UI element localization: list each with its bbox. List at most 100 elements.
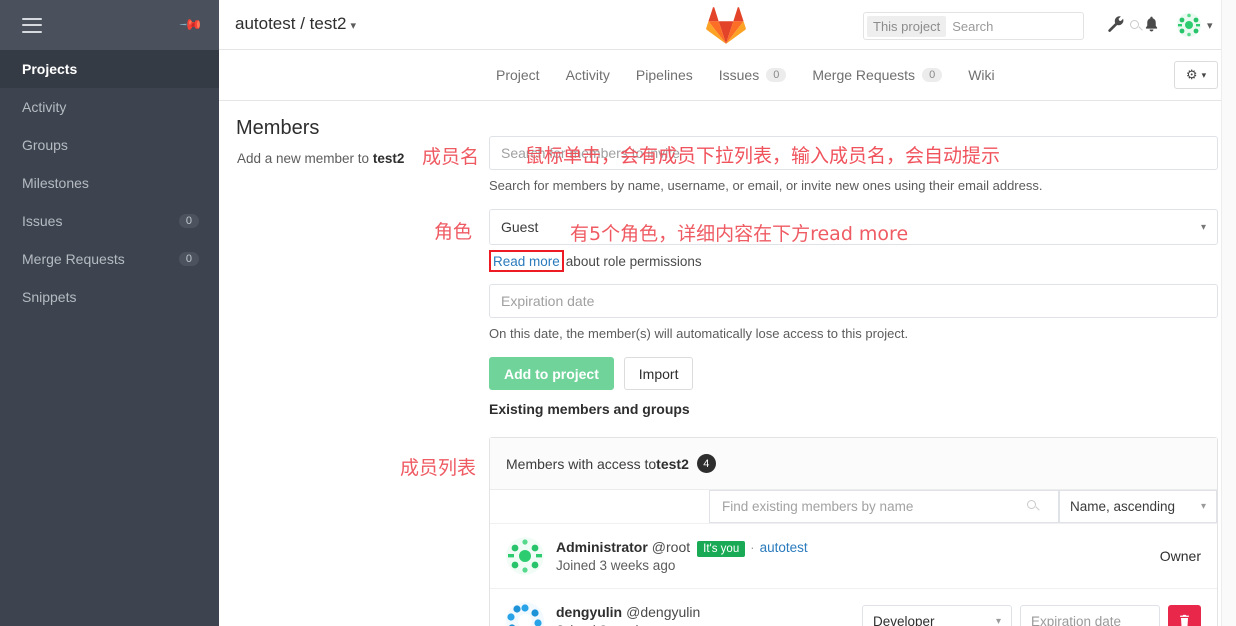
pin-icon[interactable]: 📌 — [179, 12, 205, 38]
tab-wiki[interactable]: Wiki — [968, 67, 994, 83]
tab-label: Merge Requests — [812, 67, 916, 83]
member-expiration-input[interactable]: Expiration date — [1020, 604, 1160, 626]
sidebar-item-label: Activity — [22, 99, 67, 115]
gitlab-members-page: 📌 Projects Activity Groups Milestones Is… — [0, 0, 1236, 626]
members-panel-header: Members with access to test2 4 — [490, 438, 1217, 490]
read-more-highlight: Read more — [489, 250, 564, 272]
sidebar-item-activity[interactable]: Activity — [0, 88, 219, 126]
page-right-gutter — [1221, 0, 1236, 626]
sidebar-item-issues[interactable]: Issues 0 — [0, 202, 219, 240]
form-actions: Add to project Import — [489, 357, 694, 390]
tab-badge: 0 — [922, 68, 943, 82]
bell-icon[interactable] — [1143, 15, 1160, 33]
page-subtitle-project: test2 — [372, 151, 405, 166]
separator: · — [750, 540, 755, 555]
invite-field-group — [489, 136, 1218, 170]
member-info: dengyulin@dengyulin Joined 3 weeks ago — [556, 604, 700, 626]
project-subnav: Project Activity Pipelines Issues 0 Merg… — [219, 50, 1236, 101]
breadcrumb-label: autotest / test2 — [235, 14, 347, 33]
chevron-down-icon: ▾ — [1200, 221, 1206, 233]
tab-merge-requests[interactable]: Merge Requests 0 — [812, 67, 943, 83]
search-icon[interactable] — [1027, 500, 1040, 513]
tab-activity[interactable]: Activity — [566, 67, 610, 83]
find-members-input[interactable] — [720, 498, 1027, 515]
avatar[interactable] — [506, 602, 544, 626]
role-permissions-help: Read more about role permissions — [489, 250, 702, 272]
sort-select[interactable]: Name, ascending ▾ — [1059, 490, 1217, 523]
member-info: Administrator @root It's you · autotest Join… — [556, 539, 808, 573]
tab-label: Pipelines — [635, 67, 693, 83]
hamburger-icon[interactable] — [22, 17, 42, 33]
member-joined: Joined 3 weeks ago — [556, 558, 676, 573]
table-row: Administrator @root It's you · autotest Join… — [490, 523, 1217, 588]
sidebar-header: 📌 — [0, 0, 219, 50]
member-identity: Administrator @root It's you · autotest — [556, 539, 808, 557]
member-name: Administrator — [556, 539, 648, 555]
sidebar-item-projects[interactable]: Projects — [0, 50, 219, 88]
member-identity: dengyulin @dengyulin — [556, 604, 700, 620]
find-members-box[interactable] — [709, 490, 1059, 523]
member-row-controls: Developer ▾ Expiration date — [862, 604, 1201, 626]
tab-label: Issues — [718, 67, 760, 83]
global-search-box[interactable]: This project — [863, 12, 1143, 40]
member-expiration-placeholder: Expiration date — [1031, 613, 1122, 626]
sidebar-item-label: Snippets — [22, 289, 77, 305]
avatar[interactable] — [1176, 12, 1202, 38]
main-content: Members Add a new member to test2 Search… — [219, 101, 1221, 626]
page-title: Members — [236, 117, 320, 139]
sidebar-item-label: Projects — [22, 61, 78, 77]
tab-label: Wiki — [968, 67, 995, 83]
read-more-link[interactable]: Read more — [493, 254, 560, 269]
its-you-badge: It's you — [697, 541, 746, 557]
page-subtitle-prefix: Add a new member to — [237, 151, 373, 166]
role-select-value: Guest — [501, 219, 539, 235]
tab-label: Project — [496, 67, 540, 83]
sidebar-nav: Projects Activity Groups Milestones Issu… — [0, 50, 219, 316]
tab-badge: 0 — [766, 68, 787, 82]
search-input[interactable] — [946, 17, 1131, 35]
breadcrumb-project-switcher[interactable]: autotest / test2 ▾ — [235, 14, 356, 34]
member-group-link[interactable]: autotest — [760, 540, 808, 555]
remove-member-button[interactable] — [1168, 604, 1201, 626]
expiration-field-group — [489, 284, 1218, 318]
chevron-down-icon[interactable]: ▾ — [1207, 19, 1213, 32]
avatar[interactable] — [506, 537, 544, 575]
expiration-date-input[interactable] — [489, 284, 1218, 318]
member-role-value: Developer — [873, 613, 935, 626]
search-scope-chip[interactable]: This project — [867, 15, 947, 37]
wrench-icon[interactable] — [1107, 15, 1125, 33]
member-role-select[interactable]: Developer ▾ — [862, 604, 1012, 626]
invite-helper-text: Search for members by name, username, or… — [489, 178, 1043, 193]
sort-select-value: Name, ascending — [1070, 499, 1176, 514]
settings-gear-button[interactable]: ⚙ ▾ — [1174, 61, 1218, 89]
members-head-prefix: Members with access to — [506, 455, 657, 472]
members-head-project: test2 — [656, 455, 689, 472]
sidebar-item-snippets[interactable]: Snippets — [0, 278, 219, 316]
tab-label: Activity — [565, 67, 610, 83]
page-subtitle: Add a new member to test2 — [237, 151, 404, 166]
sidebar-item-merge-requests[interactable]: Merge Requests 0 — [0, 240, 219, 278]
gitlab-logo-icon[interactable] — [706, 6, 746, 44]
invite-members-input[interactable] — [489, 136, 1218, 170]
tab-issues[interactable]: Issues 0 — [719, 67, 787, 83]
sidebar-item-milestones[interactable]: Milestones — [0, 164, 219, 202]
gear-icon: ⚙ — [1185, 67, 1198, 82]
read-more-tail-text: about role permissions — [565, 254, 702, 269]
sidebar-item-groups[interactable]: Groups — [0, 126, 219, 164]
chevron-down-icon: ▾ — [350, 20, 357, 32]
tab-pipelines[interactable]: Pipelines — [636, 67, 693, 83]
sidebar-item-count: 0 — [178, 252, 199, 266]
project-subnav-items: Project Activity Pipelines Issues 0 Merg… — [496, 50, 995, 100]
member-handle: @root — [651, 539, 691, 555]
tab-project[interactable]: Project — [496, 67, 540, 83]
chevron-down-icon: ▾ — [1201, 69, 1207, 80]
chevron-down-icon: ▾ — [1200, 501, 1206, 512]
top-header: autotest / test2 ▾ This project Search ▾ — [219, 0, 1236, 50]
sidebar-item-label: Groups — [22, 137, 68, 153]
role-select[interactable]: Guest ▾ — [489, 209, 1218, 245]
expiration-helper-text: On this date, the member(s) will automat… — [489, 326, 909, 341]
table-row: dengyulin@dengyulin Joined 3 weeks ago D… — [490, 588, 1217, 626]
add-to-project-button[interactable]: Add to project — [489, 357, 614, 390]
left-sidebar: 📌 Projects Activity Groups Milestones Is… — [0, 0, 219, 626]
import-button[interactable]: Import — [623, 357, 694, 390]
